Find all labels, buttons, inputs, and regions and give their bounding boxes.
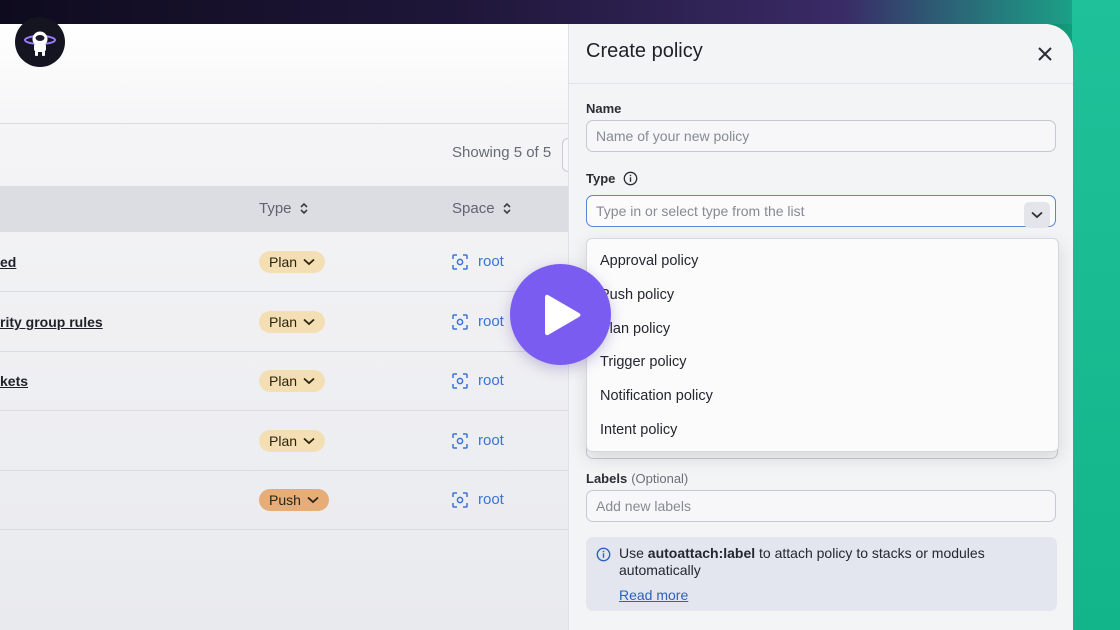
space-link[interactable]: root xyxy=(452,313,504,330)
chevron-down-icon xyxy=(1031,211,1043,219)
astronaut-logo-icon xyxy=(15,17,65,67)
type-label: Type xyxy=(586,171,638,186)
space-focus-icon xyxy=(452,253,468,270)
name-label: Name xyxy=(586,101,622,116)
info-icon xyxy=(596,547,611,562)
chevron-down-icon xyxy=(307,496,319,504)
info-icon xyxy=(624,171,638,186)
type-dropdown-menu: Approval policy Push policy Plan policy … xyxy=(586,238,1059,452)
close-button[interactable] xyxy=(1033,42,1057,66)
optional-hint: (Optional) xyxy=(631,471,689,486)
row-divider xyxy=(0,291,568,292)
showing-count: Showing 5 of 5 xyxy=(452,144,552,161)
type-combobox-input[interactable] xyxy=(586,195,1056,227)
column-header-space[interactable]: Space xyxy=(452,200,511,217)
drawer-title: Create policy xyxy=(586,40,703,62)
row-divider xyxy=(0,351,568,352)
create-policy-drawer: Create policy Name Type Approval policy … xyxy=(568,24,1073,630)
space-focus-icon xyxy=(452,313,468,330)
close-icon xyxy=(1038,47,1052,61)
space-link[interactable]: root xyxy=(452,491,504,508)
chevron-down-icon xyxy=(303,258,315,266)
row-divider xyxy=(0,529,568,530)
labels-label: Labels (Optional) xyxy=(586,471,689,486)
space-link[interactable]: root xyxy=(452,253,504,270)
sort-icon xyxy=(502,203,511,214)
play-icon xyxy=(544,294,580,335)
name-input[interactable] xyxy=(586,120,1056,152)
space-focus-icon xyxy=(452,491,468,508)
row-divider xyxy=(0,410,568,411)
top-background-strip xyxy=(0,0,1120,24)
right-background-strip xyxy=(1072,0,1120,630)
sort-icon xyxy=(299,203,308,214)
chevron-down-icon xyxy=(303,318,315,326)
type-badge[interactable]: Plan xyxy=(259,251,326,273)
dropdown-option-intent[interactable]: Intent policy xyxy=(600,422,677,438)
space-link[interactable]: root xyxy=(452,432,504,449)
read-more-link[interactable]: Read more xyxy=(619,587,688,603)
type-badge[interactable]: Push xyxy=(259,489,329,511)
type-badge[interactable]: Plan xyxy=(259,430,326,452)
policies-table-area: Showing 5 of 5 Type Space ed Plan root r… xyxy=(0,24,573,630)
row-divider xyxy=(0,470,568,471)
column-header-type[interactable]: Type xyxy=(259,200,308,217)
dropdown-option-trigger[interactable]: Trigger policy xyxy=(600,354,687,370)
type-badge[interactable]: Plan xyxy=(259,311,326,333)
policy-name-link[interactable]: rity group rules xyxy=(0,314,103,330)
autoattach-info-callout: Use autoattach:label to attach policy to… xyxy=(586,537,1057,611)
dropdown-option-notification[interactable]: Notification policy xyxy=(600,388,713,404)
drawer-header: Create policy xyxy=(569,24,1073,84)
video-play-button[interactable] xyxy=(510,264,611,365)
type-badge[interactable]: Plan xyxy=(259,370,326,392)
chevron-down-icon xyxy=(303,437,315,445)
dropdown-option-plan[interactable]: Plan policy xyxy=(600,321,670,337)
labels-input[interactable] xyxy=(586,490,1056,522)
space-focus-icon xyxy=(452,432,468,449)
space-link[interactable]: root xyxy=(452,372,504,389)
dropdown-option-push[interactable]: Push policy xyxy=(600,287,674,303)
divider xyxy=(0,123,568,124)
space-focus-icon xyxy=(452,372,468,389)
info-keyword: autoattach:label xyxy=(647,545,756,561)
policy-name-link[interactable]: kets xyxy=(0,373,28,389)
info-text: Use autoattach:label to attach policy to… xyxy=(619,545,985,578)
type-dropdown-toggle[interactable] xyxy=(1024,202,1050,228)
dropdown-option-approval[interactable]: Approval policy xyxy=(600,253,698,269)
policy-name-link[interactable]: ed xyxy=(0,254,16,270)
chevron-down-icon xyxy=(303,377,315,385)
